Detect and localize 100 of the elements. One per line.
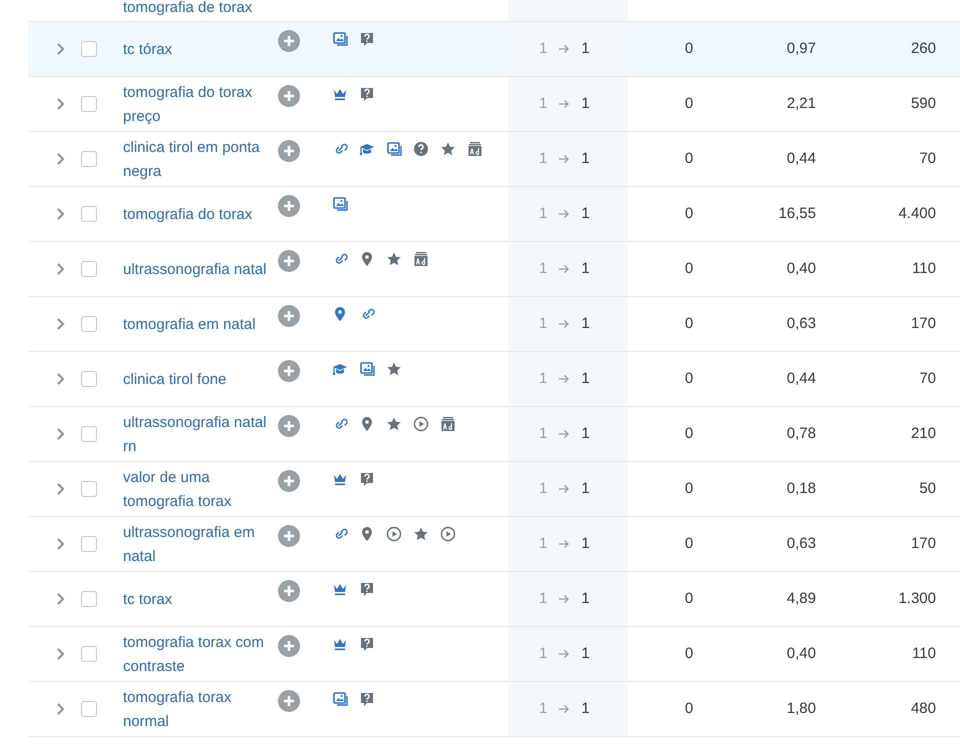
cpc-value: 0,44 bbox=[786, 148, 816, 169]
expand-chevron-icon[interactable] bbox=[56, 262, 66, 276]
keyword-link[interactable]: tomografia de torax bbox=[123, 0, 252, 21]
cpc-value: 0,97 bbox=[786, 38, 816, 59]
add-icon[interactable] bbox=[278, 250, 300, 272]
difference-value: 0 bbox=[684, 534, 694, 554]
row-checkbox[interactable] bbox=[81, 316, 97, 332]
add-icon[interactable] bbox=[278, 360, 300, 382]
difference-value: 0 bbox=[684, 424, 694, 444]
row-checkbox[interactable] bbox=[81, 371, 97, 387]
expand-chevron-icon[interactable] bbox=[56, 647, 66, 661]
row-checkbox[interactable] bbox=[81, 426, 97, 442]
keyword-link[interactable]: clinica tirol em ponta negra bbox=[123, 136, 275, 184]
row-checkbox[interactable] bbox=[81, 536, 97, 552]
arrow-right-icon bbox=[558, 374, 570, 384]
add-icon[interactable] bbox=[278, 85, 300, 107]
volume-value: 590 bbox=[910, 94, 936, 114]
current-position: 1 bbox=[581, 478, 590, 499]
keyword-link[interactable]: tomografia em natal bbox=[123, 312, 275, 336]
difference-value: 0 bbox=[684, 148, 694, 169]
volume-value: 480 bbox=[910, 698, 936, 719]
keyword-link[interactable]: ultrassonografia natal rn bbox=[123, 410, 275, 458]
add-icon[interactable] bbox=[278, 195, 300, 217]
previous-position: 1 bbox=[539, 258, 548, 279]
current-position: 1 bbox=[581, 204, 590, 224]
expand-chevron-icon[interactable] bbox=[56, 372, 66, 386]
difference-value: 0 bbox=[684, 94, 694, 114]
cpc-value: 4,89 bbox=[786, 588, 816, 609]
keyword-link[interactable]: clinica tirol fone bbox=[123, 368, 275, 392]
expand-chevron-icon[interactable] bbox=[56, 317, 66, 331]
arrow-right-icon bbox=[558, 649, 570, 659]
row-checkbox[interactable] bbox=[81, 646, 97, 662]
add-icon[interactable] bbox=[278, 470, 300, 492]
current-position: 1 bbox=[581, 534, 590, 554]
cpc-value: 0,18 bbox=[786, 478, 816, 499]
difference-value: 0 bbox=[684, 478, 694, 499]
current-position: 1 bbox=[581, 94, 590, 114]
current-position: 1 bbox=[581, 644, 590, 664]
volume-value: 50 bbox=[919, 478, 936, 499]
cpc-value: 0,40 bbox=[786, 258, 816, 279]
expand-chevron-icon[interactable] bbox=[56, 207, 66, 221]
current-position: 1 bbox=[581, 588, 590, 609]
expand-chevron-icon[interactable] bbox=[56, 97, 66, 111]
expand-chevron-icon[interactable] bbox=[56, 592, 66, 606]
arrow-right-icon bbox=[558, 319, 570, 329]
row-checkbox[interactable] bbox=[81, 151, 97, 167]
keyword-link[interactable]: tc torax bbox=[123, 588, 275, 612]
keyword-link[interactable]: ultrassonografia em natal bbox=[123, 520, 275, 568]
keyword-link[interactable]: tomografia torax com contraste bbox=[123, 630, 275, 678]
cpc-value: 0,44 bbox=[786, 368, 816, 389]
expand-chevron-icon[interactable] bbox=[56, 537, 66, 551]
keyword-link[interactable]: tomografia do torax bbox=[123, 202, 275, 226]
current-position: 1 bbox=[581, 368, 590, 389]
keyword-link[interactable]: tomografia do torax preço bbox=[123, 80, 275, 128]
add-icon[interactable] bbox=[278, 525, 300, 547]
keyword-link[interactable]: valor de uma tomografia torax bbox=[123, 466, 275, 514]
row-checkbox[interactable] bbox=[81, 96, 97, 112]
expand-chevron-icon[interactable] bbox=[56, 702, 66, 716]
row-checkbox[interactable] bbox=[81, 261, 97, 277]
arrow-right-icon bbox=[558, 44, 570, 54]
add-icon[interactable] bbox=[278, 635, 300, 657]
cpc-value: 0,78 bbox=[786, 424, 816, 444]
row-checkbox[interactable] bbox=[81, 41, 97, 57]
previous-position: 1 bbox=[539, 478, 548, 499]
cpc-value: 0,63 bbox=[786, 534, 816, 554]
expand-chevron-icon[interactable] bbox=[56, 427, 66, 441]
row-checkbox[interactable] bbox=[81, 701, 97, 717]
cpc-value: 0,40 bbox=[786, 644, 816, 664]
current-position: 1 bbox=[581, 314, 590, 334]
add-icon[interactable] bbox=[278, 690, 300, 712]
keyword-link[interactable]: ultrassonografia natal bbox=[123, 258, 275, 282]
volume-value: 4.400 bbox=[898, 204, 936, 224]
volume-value: 70 bbox=[919, 148, 936, 169]
expand-chevron-icon[interactable] bbox=[56, 482, 66, 496]
volume-value: 70 bbox=[919, 368, 936, 389]
difference-value: 0 bbox=[684, 644, 694, 664]
add-icon[interactable] bbox=[278, 580, 300, 602]
volume-value: 110 bbox=[912, 644, 936, 664]
expand-chevron-icon[interactable] bbox=[56, 42, 66, 56]
add-icon[interactable] bbox=[278, 30, 300, 52]
arrow-right-icon bbox=[558, 539, 570, 549]
keyword-link[interactable]: tomografia torax normal bbox=[123, 686, 275, 734]
previous-position: 1 bbox=[539, 368, 548, 389]
previous-position: 1 bbox=[539, 38, 548, 59]
add-icon[interactable] bbox=[278, 305, 300, 327]
previous-position: 1 bbox=[539, 698, 548, 719]
difference-value: 0 bbox=[684, 314, 694, 334]
row-checkbox[interactable] bbox=[81, 481, 97, 497]
volume-value: 260 bbox=[910, 38, 936, 59]
arrow-right-icon bbox=[558, 484, 570, 494]
difference-value: 0 bbox=[684, 588, 694, 609]
add-icon[interactable] bbox=[278, 415, 300, 437]
arrow-right-icon bbox=[558, 704, 570, 714]
current-position: 1 bbox=[581, 424, 590, 444]
arrow-right-icon bbox=[558, 99, 570, 109]
row-checkbox[interactable] bbox=[81, 591, 97, 607]
row-checkbox[interactable] bbox=[81, 206, 97, 222]
add-icon[interactable] bbox=[278, 140, 300, 162]
expand-chevron-icon[interactable] bbox=[56, 152, 66, 166]
keyword-link[interactable]: tc tórax bbox=[123, 38, 275, 62]
